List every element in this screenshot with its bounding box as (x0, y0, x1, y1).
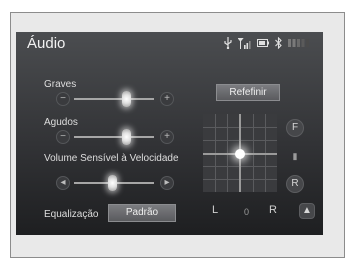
minus-icon[interactable]: − (56, 130, 70, 144)
bass-label: Graves (44, 79, 77, 90)
treble-label: Agudos (44, 117, 78, 128)
minus-icon[interactable]: − (56, 92, 70, 106)
fader-balance-pad[interactable] (203, 114, 277, 192)
bass-track (74, 98, 154, 100)
right-button[interactable]: R (269, 204, 277, 216)
page-title: Áudio (27, 35, 66, 52)
balance-value: 0 (244, 207, 250, 217)
status-icons (224, 37, 310, 49)
rear-button[interactable]: R (286, 175, 304, 193)
fader-center-indicator: ▮ (292, 151, 298, 161)
equalizer-label: Equalização (44, 209, 99, 220)
plus-icon[interactable]: + (160, 130, 174, 144)
usb-icon (224, 37, 232, 49)
plus-icon[interactable]: + (160, 92, 174, 106)
bluetooth-icon (275, 37, 282, 49)
bass-slider[interactable]: − + (56, 91, 176, 107)
left-button[interactable]: L (212, 204, 218, 216)
reset-button[interactable]: Refefinir (216, 84, 280, 101)
signal-icon (238, 37, 251, 49)
speaker-plus-icon[interactable]: ▸ (160, 176, 174, 190)
treble-slider[interactable]: − + (56, 129, 176, 145)
svc-slider[interactable]: ◂ ▸ (56, 175, 176, 191)
fader-balance-knob[interactable] (235, 149, 245, 159)
treble-knob[interactable] (122, 129, 131, 145)
svc-knob[interactable] (108, 175, 117, 191)
up-arrow-icon[interactable]: ▲ (299, 203, 315, 219)
bass-knob[interactable] (122, 91, 131, 107)
speaker-minus-icon[interactable]: ◂ (56, 176, 70, 190)
level-meter-icon (288, 39, 309, 47)
front-button[interactable]: F (286, 119, 304, 137)
audio-settings-screen: Áudio Graves − + Agudos − + Volume Sensí… (16, 32, 323, 235)
status-bar: Áudio (16, 32, 323, 54)
svc-label: Volume Sensível à Velocidade (44, 153, 179, 164)
battery-icon (257, 39, 269, 47)
treble-track (74, 136, 154, 138)
equalizer-preset-button[interactable]: Padrão (108, 204, 176, 222)
